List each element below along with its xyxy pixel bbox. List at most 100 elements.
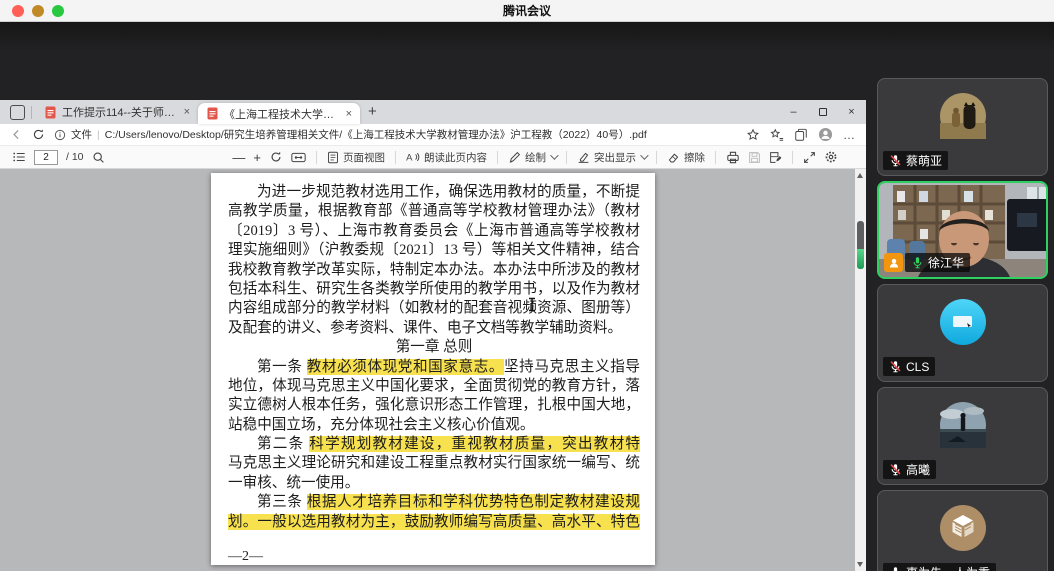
url-field[interactable]: 文件 | C:/Users/lenovo/Desktop/研究生培养管理相关文件… [54, 127, 737, 142]
collections-icon[interactable] [794, 128, 808, 142]
zoom-in-button[interactable]: + [253, 150, 261, 165]
avatar [940, 505, 986, 556]
participant-tile[interactable]: CLS [877, 284, 1048, 382]
document-line: 第三条 根据人才培养目标和学科优势特色制定教材建设规 [228, 493, 640, 512]
document-line: 我校教育教学改革实际，特制定本办法。本办法中所涉及的教材 [228, 261, 640, 280]
scroll-up-icon[interactable] [857, 173, 863, 178]
tab-textbook-regulations[interactable]: 《上海工程技术大学教材管理办 × [198, 103, 360, 124]
profile-avatar-icon[interactable] [818, 127, 833, 142]
participant-name-chip: 徐江华 [905, 253, 970, 272]
avatar [940, 402, 986, 453]
tab-title: 《上海工程技术大学教材管理办 [224, 106, 338, 122]
new-tab-button[interactable]: + [368, 103, 377, 121]
edge-minimize-button[interactable]: – [779, 102, 808, 122]
print-icon[interactable] [726, 151, 740, 164]
fit-page-icon[interactable] [291, 151, 306, 164]
mic-active-icon [911, 256, 924, 269]
svg-text:A: A [406, 151, 413, 162]
mac-titlebar: 腾讯会议 [0, 0, 1054, 22]
document-line: 一审核、统一使用。 [228, 474, 640, 493]
toc-icon[interactable] [12, 150, 26, 164]
tab-separator [31, 106, 32, 119]
highlight-button[interactable]: 突出显示 [577, 150, 646, 165]
add-favorite-star-icon[interactable] [746, 128, 760, 142]
doc-page-number: —2— [228, 549, 640, 565]
document-line: 马克思主义理论研究和建设工程重点教材实行国家统一编写、统 [228, 454, 640, 473]
close-window-icon[interactable] [12, 5, 24, 17]
document-line: 实立德树人根本任务，强化意识形态工作管理，扎根中国大地， [228, 396, 640, 415]
participant-name: 徐江华 [928, 254, 964, 271]
highlighted-text: 划。一般以选用教材为主，鼓励教师编写高质量、高水平、特色 [228, 514, 640, 530]
save-as-icon[interactable] [769, 151, 782, 164]
chevron-down-icon[interactable] [640, 151, 648, 159]
seaside-photo-avatar [940, 402, 986, 448]
participant-name: 高曦 [906, 461, 930, 478]
page-view-label: 页面视图 [343, 150, 385, 165]
erase-label: 擦除 [684, 150, 705, 165]
scrollbar-thumb[interactable] [857, 221, 864, 269]
avatar [940, 299, 986, 350]
highlighter-icon [577, 151, 590, 164]
zoom-window-icon[interactable] [52, 5, 64, 17]
pdf-viewer[interactable]: 为进一步规范教材选用工作，确保选用教材的质量，不断提高教学质量，根据教育部《普通… [0, 169, 866, 571]
settings-gear-icon[interactable] [824, 150, 838, 164]
participant-tile[interactable]: 徐江华 [877, 181, 1048, 279]
participant-tile[interactable]: 高曦 [877, 387, 1048, 485]
draw-button[interactable]: 绘制 [508, 150, 556, 165]
erase-button[interactable]: 擦除 [667, 150, 705, 165]
tab-actions-menu-icon[interactable] [10, 105, 25, 120]
rotate-icon[interactable] [269, 150, 283, 164]
doc-lines: 为进一步规范教材选用工作，确保选用教材的质量，不断提高教学质量，根据教育部《普通… [228, 183, 640, 532]
document-line: 第一章 总则 [228, 338, 640, 357]
document-line: 划。一般以选用教材为主，鼓励教师编写高质量、高水平、特色 [228, 513, 640, 532]
participant-name-chip: 事为先、人为重 [883, 563, 996, 571]
more-menu-icon[interactable]: … [843, 128, 856, 142]
participant-tile[interactable]: 蔡萌亚 [877, 78, 1048, 176]
participant-name-chip: 高曦 [883, 460, 936, 479]
pen-icon [508, 151, 521, 164]
pdf-file-icon [45, 106, 56, 119]
edge-window-controls: – × [779, 102, 866, 122]
participant-name: CLS [906, 360, 929, 374]
edge-restore-button[interactable] [808, 102, 837, 122]
read-aloud-label: 朗读此页内容 [424, 150, 487, 165]
refresh-icon[interactable] [32, 128, 45, 141]
scrollbar[interactable] [855, 169, 866, 571]
save-icon[interactable] [748, 151, 761, 164]
shared-screen-area: 工作提示114--关于师生员工分 × 《上海工程技术大学教材管理办 × + – … [0, 22, 1054, 571]
tab-work-notice[interactable]: 工作提示114--关于师生员工分 × [36, 100, 198, 124]
page-view-button[interactable]: 页面视图 [327, 150, 385, 165]
fullscreen-icon[interactable] [803, 151, 816, 164]
draw-label: 绘制 [525, 150, 546, 165]
document-line: 站稳中国立场，充分体现社会主义核心价值观。 [228, 416, 640, 435]
eraser-icon [667, 151, 680, 164]
scroll-down-icon[interactable] [857, 562, 863, 567]
document-line: 第一条 教材必须体现党和国家意志。坚持马克思主义指导 [228, 358, 640, 377]
mic-muted-icon [889, 154, 902, 167]
document-line: 理实施细则》（沪教委规〔2021〕13 号）等相关文件精神，结合 [228, 241, 640, 260]
mic-muted-icon [889, 360, 902, 373]
favorites-icon[interactable] [770, 128, 784, 142]
participant-name-chip: CLS [883, 357, 935, 376]
meeting-title: 腾讯会议 [0, 2, 1054, 19]
back-icon[interactable] [10, 128, 23, 141]
zoom-out-button[interactable]: — [232, 150, 245, 165]
search-icon[interactable] [92, 151, 105, 164]
chevron-down-icon[interactable] [550, 151, 558, 159]
mic-icon [889, 566, 902, 571]
document-line: 〔2019〕3 号）、上海市教育委员会《上海市普通高等学校教材管 [228, 222, 640, 241]
read-aloud-button[interactable]: A 朗读此页内容 [406, 150, 487, 165]
tab-close-icon[interactable]: × [182, 106, 192, 118]
page-number-input[interactable] [34, 150, 58, 165]
cube-logo-avatar [940, 505, 986, 551]
host-person-icon [888, 257, 900, 269]
participant-tile[interactable]: 事为先、人为重 [877, 490, 1048, 571]
document-line: 高教学质量，根据教育部《普通高等学校教材管理办法》（教材 [228, 202, 640, 221]
highlighted-text: 教材必须体现党和国家意志。 [307, 359, 504, 375]
document-line: 及配套的讲义、参考资料、课件、电子文档等教学辅助资料。 [228, 319, 640, 338]
edge-close-button[interactable]: × [837, 102, 866, 122]
minimize-window-icon[interactable] [32, 5, 44, 17]
page-total-label: / 10 [66, 151, 84, 163]
mic-muted-icon [889, 463, 902, 476]
tab-close-icon[interactable]: × [344, 108, 354, 120]
